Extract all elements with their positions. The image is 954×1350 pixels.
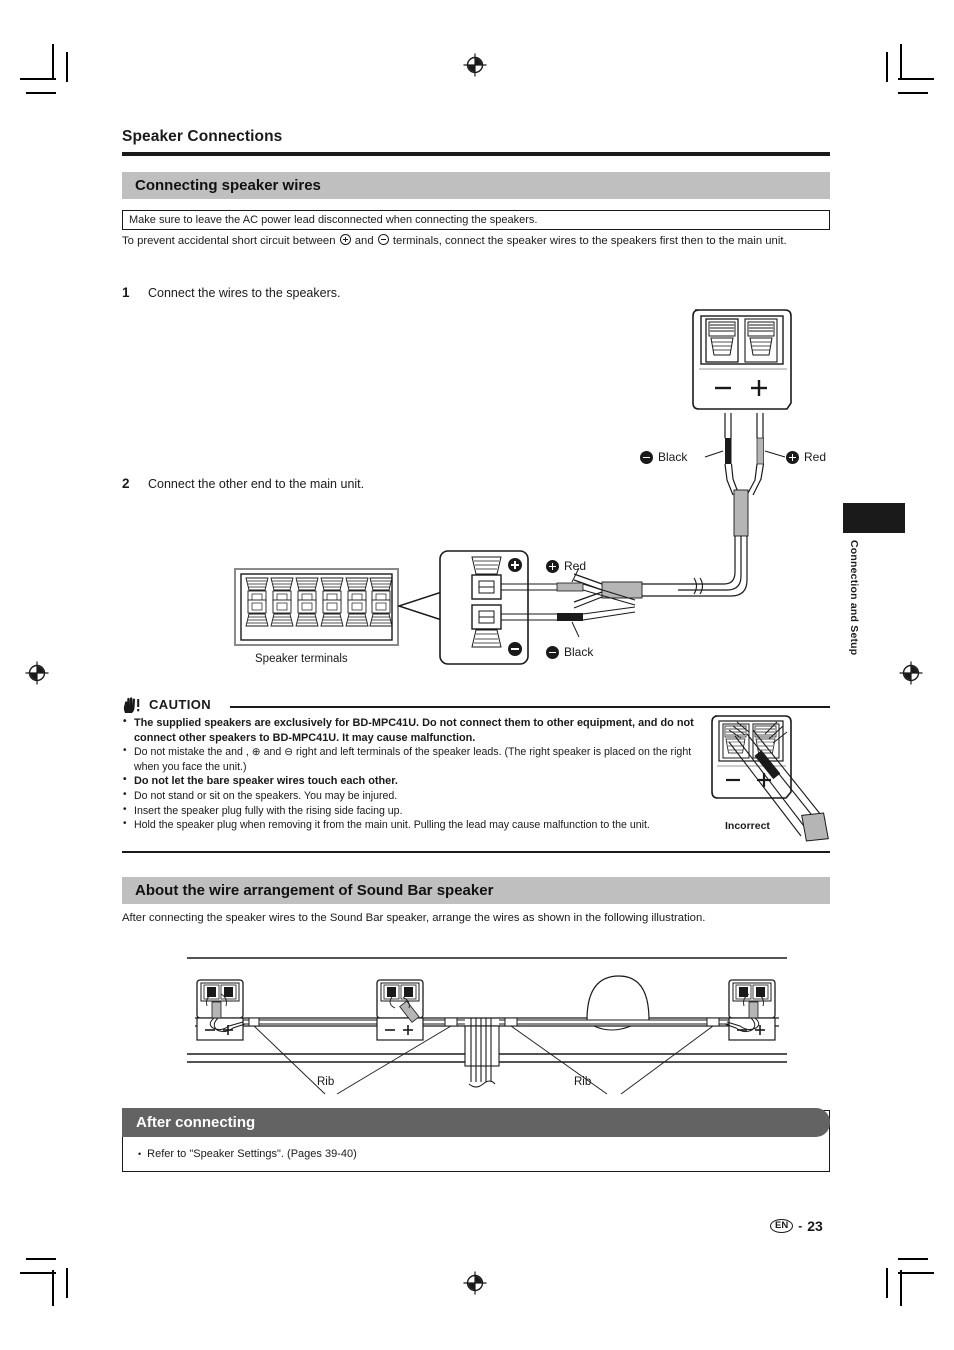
page-content: Speaker Connections Connecting speaker w… xyxy=(122,0,830,1350)
page-footer: EN - 23 xyxy=(770,1218,823,1234)
caution-title: CAUTION xyxy=(149,697,212,712)
figure-sound-bar-wire-routing xyxy=(187,952,787,1102)
crop-mark-bl-v2 xyxy=(66,1268,68,1298)
intro-text-between: and xyxy=(351,235,377,247)
crop-mark-bl-v xyxy=(52,1270,54,1306)
registration-mark-right xyxy=(898,660,924,686)
crop-mark-tl-h xyxy=(20,78,56,80)
crop-mark-tr-h2 xyxy=(898,92,928,94)
crop-mark-tr-h xyxy=(898,78,934,80)
caution-item-6: Hold the speaker plug when removing it f… xyxy=(122,817,702,833)
plus-badge-icon-2 xyxy=(546,559,559,573)
crop-mark-tl-v2 xyxy=(66,52,68,82)
caution-item-4: Do not stand or sit on the speakers. You… xyxy=(122,788,702,804)
caution-item-5: Insert the speaker plug fully with the r… xyxy=(122,803,702,819)
crop-mark-br-v2 xyxy=(886,1268,888,1298)
notice-box: Make sure to leave the AC power lead dis… xyxy=(122,210,830,230)
crop-mark-br-h2 xyxy=(898,1258,928,1260)
label-rib-left: Rib xyxy=(317,1076,335,1088)
label-black-mid: Black xyxy=(546,645,593,659)
banner-label-2: About the wire arrangement of Sound Bar … xyxy=(135,882,494,899)
page-number: 23 xyxy=(807,1218,823,1234)
after-connecting-item-1: Refer to "Speaker Settings". (Pages 39-4… xyxy=(138,1148,357,1160)
figure-speaker-rear-panel xyxy=(687,305,857,500)
intro-paragraph: To prevent accidental short circuit betw… xyxy=(122,234,830,249)
minus-badge-icon xyxy=(640,450,653,464)
intro-text-before: To prevent accidental short circuit betw… xyxy=(122,235,339,247)
caution-rule-bottom xyxy=(122,851,830,853)
footer-dash: - xyxy=(798,1219,803,1233)
crop-mark-tl-v xyxy=(52,44,54,80)
label-black-mid-text: Black xyxy=(564,645,594,659)
registration-mark-left xyxy=(24,660,50,686)
wire-arrangement-paragraph: After connecting the speaker wires to th… xyxy=(122,912,706,924)
page-title: Speaker Connections xyxy=(122,128,283,145)
label-red-text: Red xyxy=(804,450,827,464)
caution-rule-top xyxy=(230,706,830,708)
crop-mark-br-v xyxy=(900,1270,902,1306)
step-2-number: 2 xyxy=(122,476,130,491)
banner-label: Connecting speaker wires xyxy=(135,177,321,194)
caution-item-2: Do not mistake the and , ⊕ and ⊖ right a… xyxy=(122,744,702,774)
label-red-top: Red xyxy=(786,450,826,464)
label-red-mid: Red xyxy=(546,559,586,573)
crop-mark-tl-h2 xyxy=(26,92,56,94)
intro-text-after: terminals, connect the speaker wires to … xyxy=(389,235,787,247)
after-connecting-label: After connecting xyxy=(136,1114,256,1131)
banner-connecting-speaker-wires: Connecting speaker wires xyxy=(122,172,830,199)
caution-list: The supplied speakers are exclusively fo… xyxy=(122,715,702,833)
title-rule xyxy=(122,152,830,156)
step-1-number: 1 xyxy=(122,285,130,300)
crop-mark-tr-v2 xyxy=(886,52,888,82)
label-speaker-terminals: Speaker terminals xyxy=(255,653,348,665)
locale-badge: EN xyxy=(770,1219,794,1233)
caution-item-3: Do not let the bare speaker wires touch … xyxy=(122,773,702,789)
crop-mark-bl-h xyxy=(20,1272,56,1274)
caution-item-1: The supplied speakers are exclusively fo… xyxy=(122,715,702,745)
banner-wire-arrangement: About the wire arrangement of Sound Bar … xyxy=(122,877,830,904)
minus-terminal-icon xyxy=(377,234,389,245)
label-red-mid-text: Red xyxy=(564,559,587,573)
step-1-text: Connect the wires to the speakers. xyxy=(148,286,341,300)
after-connecting-header: After connecting xyxy=(122,1108,830,1137)
label-black-top: Black xyxy=(640,450,687,464)
plus-terminal-icon xyxy=(339,234,351,245)
crop-mark-bl-h2 xyxy=(26,1258,56,1260)
notice-text: Make sure to leave the AC power lead dis… xyxy=(129,214,538,226)
crop-mark-tr-v xyxy=(900,44,902,80)
plus-badge-icon xyxy=(786,450,799,464)
step-2-text: Connect the other end to the main unit. xyxy=(148,477,365,491)
label-incorrect: Incorrect xyxy=(725,820,770,832)
crop-mark-br-h xyxy=(898,1272,934,1274)
label-black-text: Black xyxy=(658,450,688,464)
figure-speaker-terminals-block xyxy=(234,568,399,646)
label-rib-right: Rib xyxy=(574,1076,592,1088)
minus-badge-icon-2 xyxy=(546,645,559,659)
